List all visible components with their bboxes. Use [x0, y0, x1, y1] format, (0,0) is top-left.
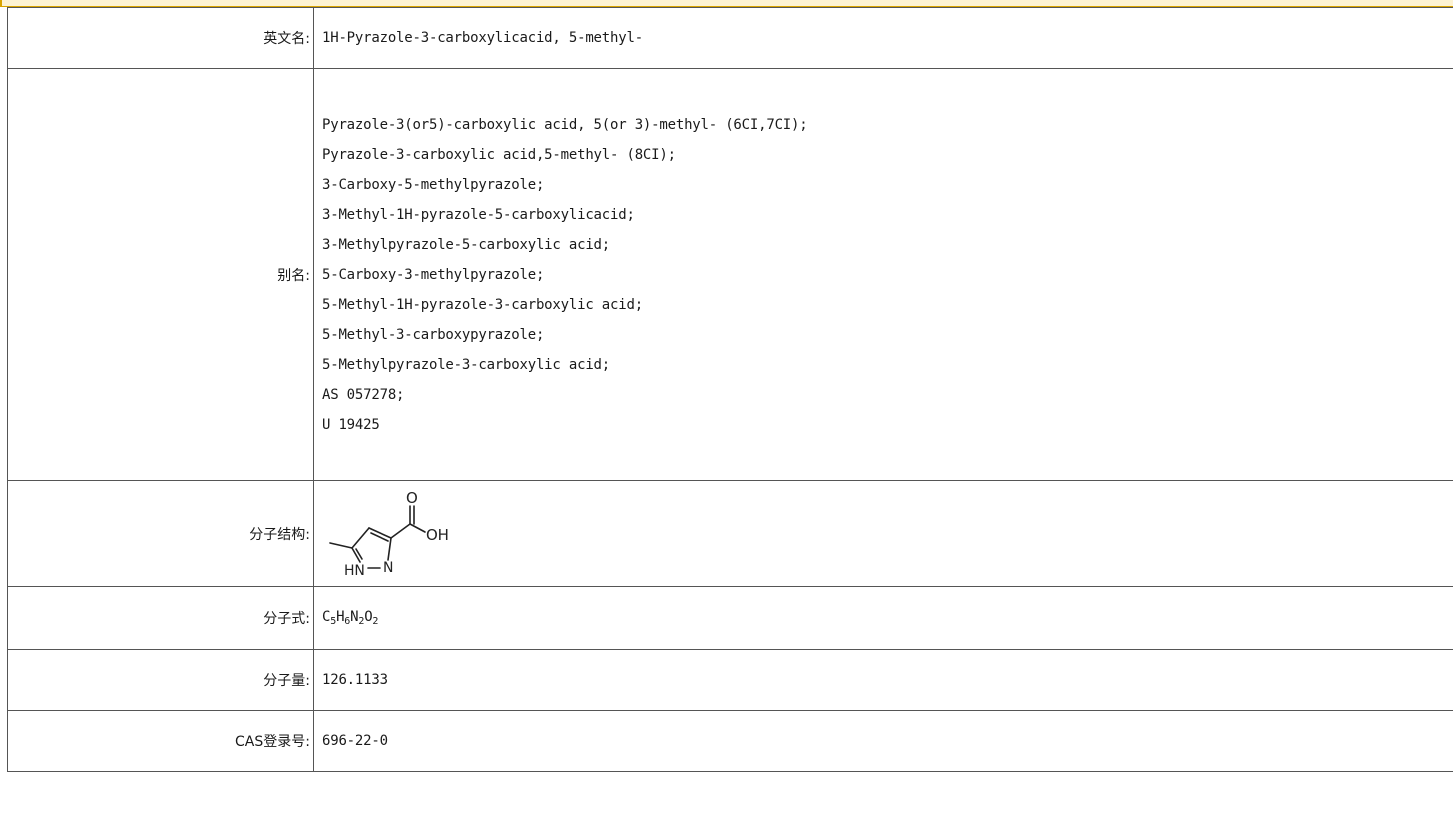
formula-label: 分子式:	[7, 586, 314, 650]
alias-item: 3-Methyl-1H-pyrazole-5-carboxylicacid;	[322, 206, 635, 223]
molecular-weight-label: 分子量:	[7, 649, 314, 711]
cas-value: 696-22-0	[313, 710, 1453, 772]
alias-item: AS 057278;	[322, 386, 405, 403]
molecule-structure-diagram: O OH HN N	[329, 489, 449, 579]
structure-image: O OH HN N	[322, 486, 1453, 582]
nh-atom-label: HN	[344, 563, 365, 578]
structure-cell: O OH HN N	[313, 480, 1453, 587]
alias-item: 5-Methylpyrazole-3-carboxylic acid;	[322, 356, 611, 373]
aliases-cell: Pyrazole-3(or5)-carboxylic acid, 5(or 3)…	[313, 68, 1453, 481]
alias-item: 3-Methylpyrazole-5-carboxylic acid;	[322, 236, 611, 253]
compound-info-table: 英文名: 1H-Pyrazole-3-carboxylicacid, 5-met…	[7, 7, 1453, 772]
table-row-aliases: 别名: Pyrazole-3(or5)-carboxylic acid, 5(o…	[7, 68, 1453, 481]
english-name-label: 英文名:	[7, 7, 314, 69]
oxygen-atom-label: O	[406, 489, 418, 507]
alias-item: 5-Methyl-3-carboxypyrazole;	[322, 326, 545, 343]
alias-item: Pyrazole-3(or5)-carboxylic acid, 5(or 3)…	[322, 116, 808, 133]
molecular-weight-value: 126.1133	[313, 649, 1453, 711]
top-header-bar	[0, 0, 1453, 7]
hydroxyl-label: OH	[426, 526, 449, 544]
alias-list: Pyrazole-3(or5)-carboxylic acid, 5(or 3)…	[322, 110, 1453, 440]
alias-item: U 19425	[322, 416, 380, 433]
cas-label: CAS登录号:	[7, 710, 314, 772]
alias-item: 3-Carboxy-5-methylpyrazole;	[322, 176, 545, 193]
top-header-bar-edge	[0, 0, 2, 7]
table-row-structure: 分子结构: O OH HN N	[7, 480, 1453, 587]
structure-label: 分子结构:	[7, 480, 314, 587]
alias-item: Pyrazole-3-carboxylic acid,5-methyl- (8C…	[322, 146, 676, 163]
formula-subscript: 2	[372, 616, 379, 627]
table-row-english-name: 英文名: 1H-Pyrazole-3-carboxylicacid, 5-met…	[7, 7, 1453, 69]
aliases-label: 别名:	[7, 68, 314, 481]
table-row-molecular-weight: 分子量: 126.1133	[7, 649, 1453, 711]
n-atom-label: N	[383, 560, 393, 576]
table-row-cas: CAS登录号: 696-22-0	[7, 710, 1453, 772]
table-row-formula: 分子式: C5H6N2O2	[7, 586, 1453, 650]
alias-item: 5-Methyl-1H-pyrazole-3-carboxylic acid;	[322, 296, 643, 313]
english-name-value: 1H-Pyrazole-3-carboxylicacid, 5-methyl-	[313, 7, 1453, 69]
formula-element: C	[322, 609, 331, 625]
alias-item: 5-Carboxy-3-methylpyrazole;	[322, 266, 545, 283]
formula-value: C5H6N2O2	[313, 586, 1453, 650]
